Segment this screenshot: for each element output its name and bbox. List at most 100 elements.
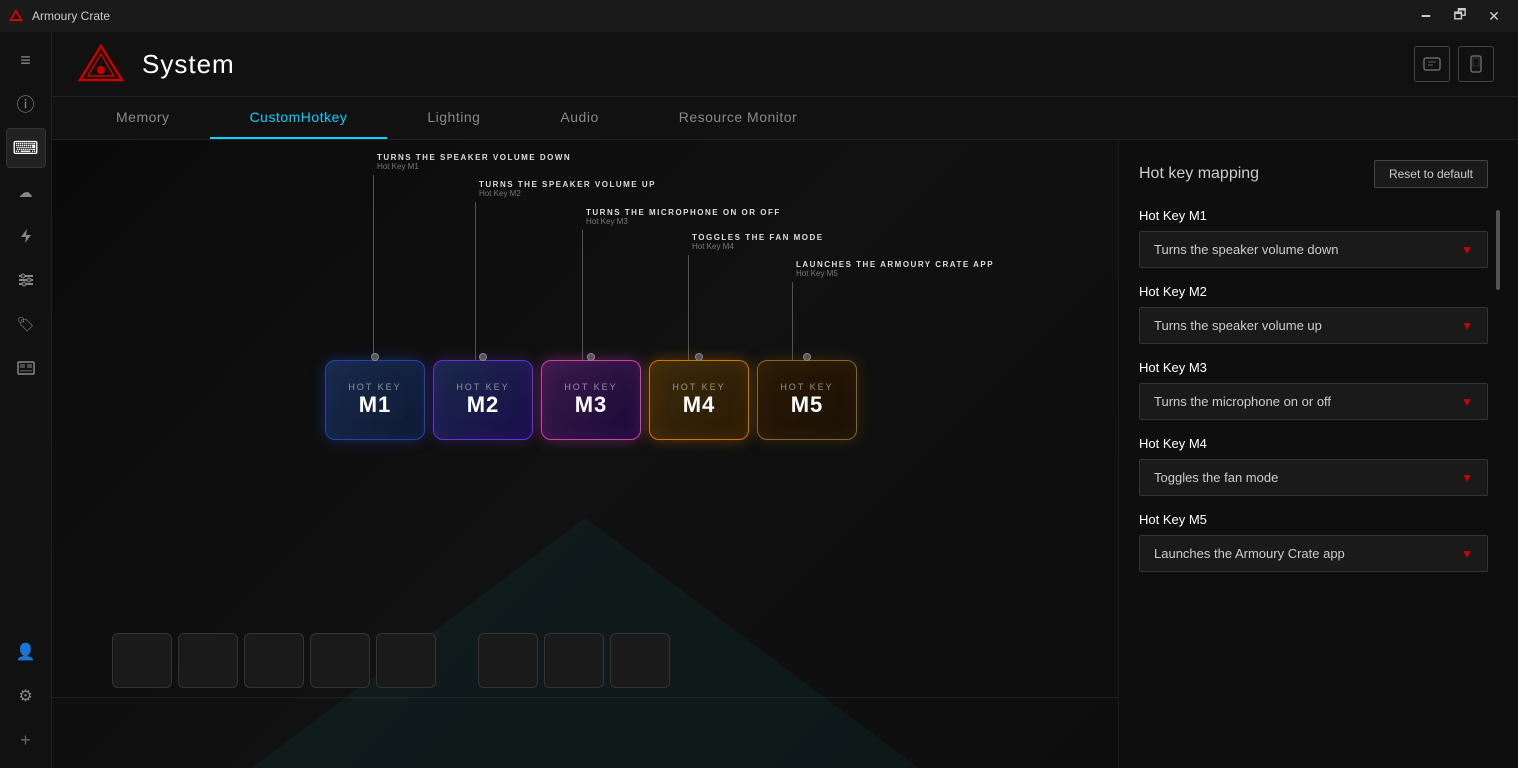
hotkey-m5-value: Launches the Armoury Crate app [1154, 546, 1345, 561]
m4-dot [695, 353, 703, 361]
m2-label-main: TURNS THE SPEAKER VOLUME UP [479, 180, 656, 189]
keyboard-area: TURNS THE SPEAKER VOLUME DOWN Hot Key M1… [52, 140, 1118, 768]
hotkey-m4-select[interactable]: Toggles the fan mode ▼ [1139, 459, 1488, 496]
maximize-button[interactable]: 🗗 [1444, 0, 1476, 32]
lower-key-8[interactable] [610, 633, 670, 688]
m5-label-main: LAUNCHES THE ARMOURY CRATE APP [796, 260, 994, 269]
m4-btn-key: M4 [683, 392, 716, 418]
sidebar-item-tag[interactable]: 🏷 [6, 304, 46, 344]
hotkey-mapping-m4: Hot Key M4 Toggles the fan mode ▼ [1139, 436, 1488, 496]
m4-btn-label: HOT KEY [672, 382, 725, 392]
sidebar-bottom: 👤 ⚙ + [6, 632, 46, 760]
hotkey-m3-value: Turns the microphone on or off [1154, 394, 1331, 409]
sidebar-item-media[interactable] [6, 348, 46, 388]
panel-title: Hot key mapping [1139, 165, 1259, 183]
lower-key-7[interactable] [544, 633, 604, 688]
sidebar-item-lightning[interactable] [6, 216, 46, 256]
lower-key-2[interactable] [178, 633, 238, 688]
tab-memory[interactable]: Memory [76, 97, 210, 139]
hotkey-mapping-panel: Hot key mapping Reset to default Hot Key… [1118, 140, 1518, 768]
panel-header: Hot key mapping Reset to default [1139, 160, 1488, 188]
lower-key-6[interactable] [478, 633, 538, 688]
tab-audio[interactable]: Audio [520, 97, 638, 139]
sidebar-item-add[interactable]: + [6, 720, 46, 760]
hotkey-m2-label: Hot Key M2 [1139, 284, 1488, 299]
lower-key-4[interactable] [310, 633, 370, 688]
m1-dropdown-arrow: ▼ [1461, 243, 1473, 257]
m2-btn-key: M2 [467, 392, 500, 418]
close-button[interactable]: ✕ [1478, 0, 1510, 32]
tab-lighting[interactable]: Lighting [387, 97, 520, 139]
app-icon [8, 8, 24, 24]
page-title: System [142, 49, 235, 80]
device-icon-1[interactable] [1414, 46, 1450, 82]
tabs: Memory CustomHotkey Lighting Audio Resou… [52, 97, 1518, 140]
hotkey-m3-select[interactable]: Turns the microphone on or off ▼ [1139, 383, 1488, 420]
hotkey-button-m1[interactable]: HOT KEY M1 [325, 360, 425, 440]
main-panel: TURNS THE SPEAKER VOLUME DOWN Hot Key M1… [52, 140, 1518, 768]
hotkey-mapping-m2: Hot Key M2 Turns the speaker volume up ▼ [1139, 284, 1488, 344]
diagram-lines-area: TURNS THE SPEAKER VOLUME DOWN Hot Key M1… [325, 160, 885, 360]
m2-btn-label: HOT KEY [456, 382, 509, 392]
sidebar-item-sliders[interactable] [6, 260, 46, 300]
lower-keys-row [112, 633, 812, 688]
m1-label-main: TURNS THE SPEAKER VOLUME DOWN [377, 153, 571, 162]
hotkey-buttons-row: HOT KEY M1 HOT KEY M2 HOT KEY M3 [325, 360, 885, 440]
lower-key-5[interactable] [376, 633, 436, 688]
lower-key-gap [442, 633, 472, 688]
scrollbar-thumb[interactable] [1496, 210, 1500, 290]
content: System Memory [52, 32, 1518, 768]
tab-customhotkey[interactable]: CustomHotkey [210, 97, 388, 139]
reset-to-default-button[interactable]: Reset to default [1374, 160, 1488, 188]
device-icon-2[interactable] [1458, 46, 1494, 82]
hotkey-m5-select[interactable]: Launches the Armoury Crate app ▼ [1139, 535, 1488, 572]
minimize-button[interactable]: 🗕 [1410, 0, 1442, 32]
lower-key-3[interactable] [244, 633, 304, 688]
rog-logo [76, 44, 126, 84]
m1-dot [371, 353, 379, 361]
keyboard-divider [52, 697, 1118, 698]
sidebar-item-keyboard[interactable]: ⌨ [6, 128, 46, 168]
hotkey-button-m4[interactable]: HOT KEY M4 [649, 360, 749, 440]
sidebar-item-cloud[interactable]: ☁ [6, 172, 46, 212]
m2-label-sub: Hot Key M2 [479, 189, 656, 198]
media-icon [17, 359, 35, 377]
hotkey-button-m5[interactable]: HOT KEY M5 [757, 360, 857, 440]
header-devices [1414, 46, 1494, 82]
hotkey-m1-value: Turns the speaker volume down [1154, 242, 1339, 257]
app-title: Armoury Crate [32, 9, 110, 23]
m3-dot [587, 353, 595, 361]
tab-resource-monitor[interactable]: Resource Monitor [639, 97, 838, 139]
scrollbar-track[interactable] [1492, 160, 1498, 588]
sidebar-item-settings[interactable]: ⚙ [6, 676, 46, 716]
sidebar-item-menu[interactable]: ≡ [6, 40, 46, 80]
hotkey-m2-value: Turns the speaker volume up [1154, 318, 1322, 333]
hotkey-m3-label: Hot Key M3 [1139, 360, 1488, 375]
hotkey-m1-label: Hot Key M1 [1139, 208, 1488, 223]
header: System [52, 32, 1518, 97]
hotkey-m4-label: Hot Key M4 [1139, 436, 1488, 451]
sidebar-item-user[interactable]: 👤 [6, 632, 46, 672]
m4-label-sub: Hot Key M4 [692, 242, 824, 251]
m2-dot [479, 353, 487, 361]
hotkey-m2-select[interactable]: Turns the speaker volume up ▼ [1139, 307, 1488, 344]
m3-btn-label: HOT KEY [564, 382, 617, 392]
m1-label-sub: Hot Key M1 [377, 162, 571, 171]
m4-dropdown-arrow: ▼ [1461, 471, 1473, 485]
m1-btn-key: M1 [359, 392, 392, 418]
m3-label-main: TURNS THE MICROPHONE ON OR OFF [586, 208, 781, 217]
m4-label-main: TOGGLES THE FAN MODE [692, 233, 824, 242]
m5-btn-label: HOT KEY [780, 382, 833, 392]
m1-btn-label: HOT KEY [348, 382, 401, 392]
title-bar-controls: 🗕 🗗 ✕ [1410, 0, 1510, 32]
lower-key-1[interactable] [112, 633, 172, 688]
diagram-label-m5: LAUNCHES THE ARMOURY CRATE APP Hot Key M… [792, 260, 994, 360]
hotkey-m1-select[interactable]: Turns the speaker volume down ▼ [1139, 231, 1488, 268]
hotkey-button-m3[interactable]: HOT KEY M3 [541, 360, 641, 440]
m3-dropdown-arrow: ▼ [1461, 395, 1473, 409]
sidebar-item-info[interactable]: ⓘ [6, 84, 46, 124]
title-bar-left: Armoury Crate [8, 8, 110, 24]
hotkey-button-m2[interactable]: HOT KEY M2 [433, 360, 533, 440]
m5-dropdown-arrow: ▼ [1461, 547, 1473, 561]
hotkey-diagram: TURNS THE SPEAKER VOLUME DOWN Hot Key M1… [112, 160, 1098, 440]
